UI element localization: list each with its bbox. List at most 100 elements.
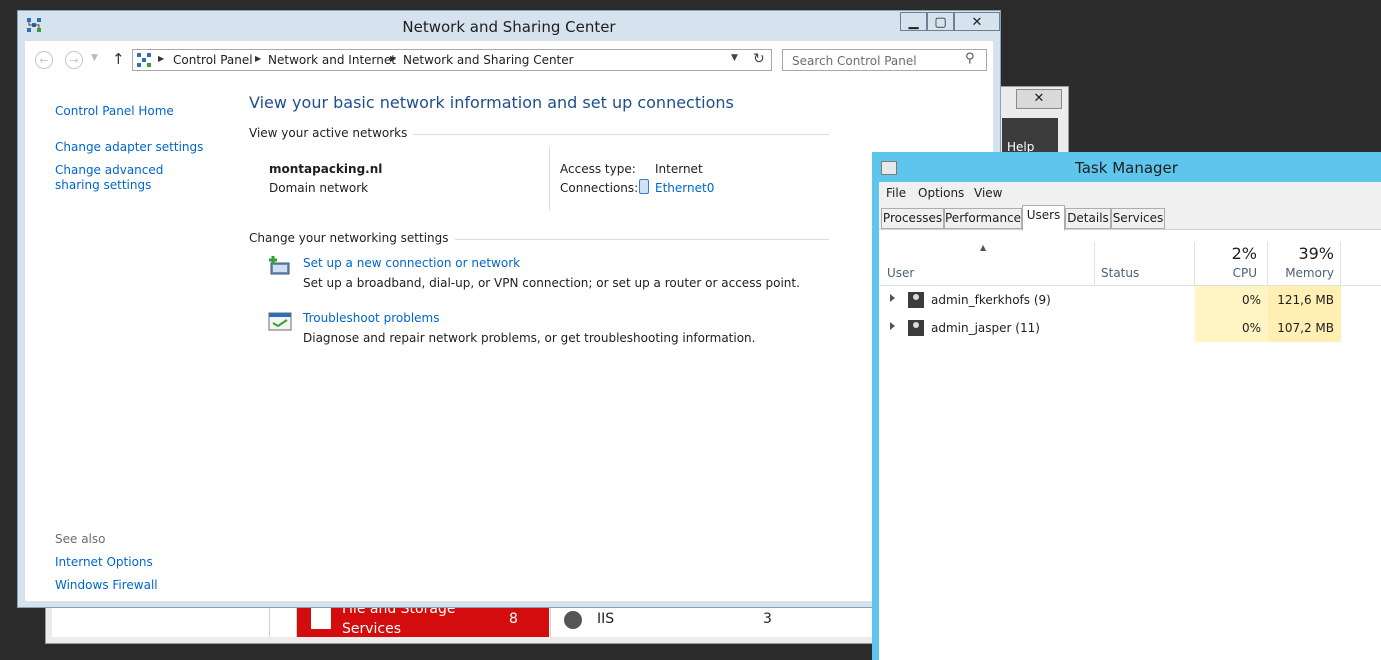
tab-users[interactable]: Users xyxy=(1022,205,1065,231)
change-settings-label: Change your networking settings xyxy=(249,231,455,245)
tab-processes[interactable]: Processes xyxy=(881,208,944,229)
nsc-titlebar[interactable]: Network and Sharing Center ▁ ▢ ✕ xyxy=(18,11,1000,41)
cpu-value: 0% xyxy=(1241,321,1261,335)
maximize-icon[interactable]: ▢ xyxy=(927,12,954,31)
change-adapter-settings-link[interactable]: Change adapter settings xyxy=(55,140,205,155)
iis-icon xyxy=(564,611,582,629)
page-title: View your basic network information and … xyxy=(249,93,734,112)
user-icon xyxy=(908,320,924,336)
breadcrumb-separator-icon[interactable]: ▶ xyxy=(255,54,261,63)
tile-count: 3 xyxy=(763,611,772,627)
active-networks-label: View your active networks xyxy=(249,126,414,140)
up-arrow-icon[interactable]: ↑ xyxy=(112,50,125,68)
network-sharing-center-window: Network and Sharing Center ▁ ▢ ✕ ← → ▼ ↑… xyxy=(17,10,1001,608)
back-arrow-icon[interactable]: ← xyxy=(35,51,53,69)
column-separator[interactable] xyxy=(1094,242,1095,285)
tile-title: IIS xyxy=(597,611,615,627)
section-divider xyxy=(393,134,829,135)
control-panel-icon xyxy=(137,53,151,67)
tab-strip: Processes Performance Users Details Serv… xyxy=(879,204,1381,231)
breadcrumb-control-panel[interactable]: Control Panel xyxy=(173,53,253,67)
table-row[interactable]: 0% 107,2 MB admin_jasper (11) xyxy=(879,314,1381,342)
address-dropdown-icon[interactable]: ▼ xyxy=(731,53,738,63)
troubleshoot-icon xyxy=(268,312,292,331)
section-divider xyxy=(430,239,829,240)
column-separator[interactable] xyxy=(1340,242,1341,285)
file-storage-icon xyxy=(311,607,331,629)
menu-bar: File Options View xyxy=(879,182,1381,204)
background-close-button[interactable]: ✕ xyxy=(1016,89,1062,109)
access-type-label: Access type: xyxy=(560,162,636,176)
task-manager-content: File Options View Processes Performance … xyxy=(879,182,1381,660)
background-tile-empty xyxy=(52,605,270,637)
memory-value: 107,2 MB xyxy=(1277,321,1334,335)
memory-cell: 121,6 MB xyxy=(1268,286,1341,314)
tile-iis[interactable]: IIS 3 xyxy=(550,605,785,637)
refresh-icon[interactable]: ↻ xyxy=(753,51,765,67)
network-divider xyxy=(549,147,550,211)
column-status[interactable]: Status xyxy=(1101,266,1139,280)
memory-value: 121,6 MB xyxy=(1277,293,1334,307)
breadcrumb-separator-icon[interactable]: ▶ xyxy=(390,54,396,63)
expand-chevron-icon[interactable] xyxy=(890,322,895,330)
tab-performance[interactable]: Performance xyxy=(944,208,1022,229)
close-icon[interactable]: ✕ xyxy=(954,12,1000,31)
menu-options[interactable]: Options xyxy=(918,186,964,200)
network-type: Domain network xyxy=(269,181,369,195)
address-bar[interactable]: ▶ Control Panel ▶ Network and Internet ▶… xyxy=(132,49,772,71)
setup-connection-description: Set up a broadband, dial-up, or VPN conn… xyxy=(303,276,800,290)
windows-firewall-link[interactable]: Windows Firewall xyxy=(55,578,205,593)
troubleshoot-description: Diagnose and repair network problems, or… xyxy=(303,331,756,345)
memory-cell: 107,2 MB xyxy=(1268,314,1341,342)
setup-connection-link[interactable]: Set up a new connection or network xyxy=(303,256,520,270)
cpu-cell: 0% xyxy=(1195,286,1268,314)
column-user[interactable]: User xyxy=(887,266,914,280)
access-type-value: Internet xyxy=(655,162,703,176)
cpu-total: 2% xyxy=(1231,244,1257,263)
user-icon xyxy=(908,292,924,308)
cpu-value: 0% xyxy=(1241,293,1261,307)
tile-count: 8 xyxy=(509,611,518,627)
memory-total: 39% xyxy=(1298,244,1334,263)
column-cpu[interactable]: CPU xyxy=(1195,266,1257,280)
breadcrumb-network-internet[interactable]: Network and Internet xyxy=(268,53,396,67)
column-memory[interactable]: Memory xyxy=(1268,266,1334,280)
nsc-content: ← → ▼ ↑ ▶ Control Panel ▶ Network and In… xyxy=(25,41,993,601)
search-input[interactable] xyxy=(782,49,987,71)
window-title: Task Manager xyxy=(1075,159,1178,177)
table-row[interactable]: 0% 121,6 MB admin_fkerkhofs (9) xyxy=(879,286,1381,314)
task-manager-window: Task Manager File Options View Processes… xyxy=(872,152,1381,660)
minimize-icon[interactable]: ▁ xyxy=(900,12,927,31)
tab-services[interactable]: Services xyxy=(1111,208,1165,229)
ethernet-connection-link[interactable]: Ethernet0 xyxy=(655,181,714,195)
menu-view[interactable]: View xyxy=(974,186,1002,200)
user-name: admin_fkerkhofs (9) xyxy=(931,293,1051,307)
window-title: Network and Sharing Center xyxy=(402,18,616,36)
change-advanced-sharing-link[interactable]: Change advanced sharing settings xyxy=(55,163,205,193)
tab-details[interactable]: Details xyxy=(1065,208,1111,229)
search-icon[interactable]: ⚲ xyxy=(965,51,975,66)
background-tiles-row: File and Storage Services 8 IIS 3 xyxy=(52,601,872,637)
history-dropdown-icon[interactable]: ▼ xyxy=(91,53,98,63)
cpu-cell: 0% xyxy=(1195,314,1268,342)
sort-ascending-icon: ▲ xyxy=(980,243,987,252)
forward-arrow-icon[interactable]: → xyxy=(65,51,83,69)
user-name: admin_jasper (11) xyxy=(931,321,1040,335)
background-help-label[interactable]: Help xyxy=(1002,118,1058,156)
column-header: ▲ User Status 2% CPU 39% Memory xyxy=(879,242,1381,286)
navigation-bar: ← → ▼ ↑ ▶ Control Panel ▶ Network and In… xyxy=(25,41,993,79)
background-tile-gap xyxy=(270,605,297,637)
ethernet-icon xyxy=(639,179,649,194)
network-name: montapacking.nl xyxy=(269,162,383,176)
internet-options-link[interactable]: Internet Options xyxy=(55,555,205,570)
tile-file-storage-services[interactable]: File and Storage Services 8 xyxy=(297,601,549,637)
connections-label: Connections: xyxy=(560,181,639,195)
expand-chevron-icon[interactable] xyxy=(890,294,895,302)
control-panel-home-link[interactable]: Control Panel Home xyxy=(55,104,205,119)
new-connection-icon xyxy=(269,256,290,275)
see-also-label: See also xyxy=(55,532,106,546)
breadcrumb-separator-icon[interactable]: ▶ xyxy=(158,54,164,63)
troubleshoot-problems-link[interactable]: Troubleshoot problems xyxy=(303,311,439,325)
breadcrumb-network-sharing-center[interactable]: Network and Sharing Center xyxy=(403,53,574,67)
menu-file[interactable]: File xyxy=(886,186,906,200)
